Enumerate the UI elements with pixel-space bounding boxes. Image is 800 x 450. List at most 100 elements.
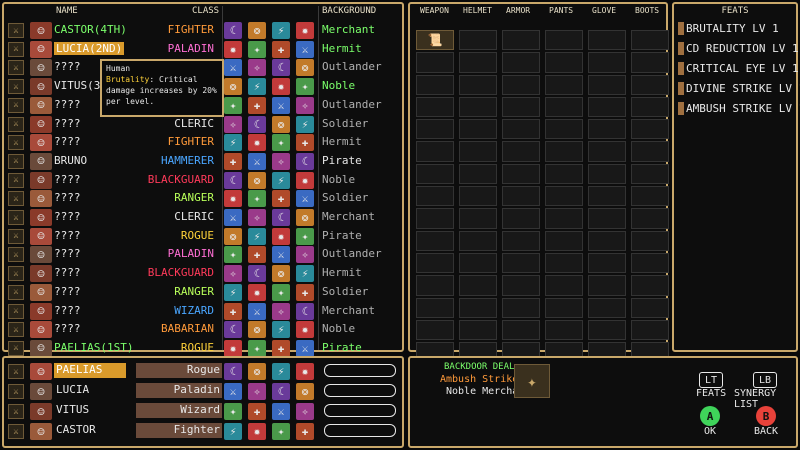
equipment-slot[interactable]	[588, 96, 626, 118]
equipment-slot[interactable]	[588, 208, 626, 229]
equipment-slot[interactable]	[588, 119, 626, 140]
equipment-slot[interactable]	[588, 230, 626, 251]
equipment-slot[interactable]	[545, 141, 583, 162]
equipment-slot[interactable]	[545, 230, 583, 251]
equipment-slot[interactable]	[459, 186, 497, 207]
equipment-slot[interactable]	[416, 96, 454, 118]
equipment-slot[interactable]	[631, 52, 669, 73]
equipment-slot[interactable]	[502, 96, 540, 118]
feat-item[interactable]: CRITICAL EYE LV 1	[678, 61, 799, 75]
roster-row[interactable]: ⚔ ☺???? ROGUE ❂ ⚡ ✹ ✦ Pirate	[4, 227, 402, 246]
equipment-slot[interactable]	[631, 208, 669, 229]
equipment-slot[interactable]	[416, 275, 454, 296]
roster-row[interactable]: ⚔ ☺???? CLERIC ✧ ☾ ❂ ⚡ Soldier	[4, 115, 402, 134]
equipment-slot[interactable]	[545, 297, 583, 318]
roster-row[interactable]: ⚔ ☺???? CLERIC ⚔ ✧ ☾ ❂ Merchant	[4, 208, 402, 227]
equipment-slot[interactable]	[502, 230, 540, 251]
equipment-slot[interactable]	[588, 74, 626, 95]
equipment-slot[interactable]	[588, 30, 626, 51]
equipment-slot[interactable]	[631, 252, 669, 274]
equipment-slot[interactable]	[588, 275, 626, 296]
equipment-slot[interactable]	[545, 252, 583, 274]
equipment-slot[interactable]	[459, 119, 497, 140]
roster-row[interactable]: ⚔ ☺ PAELIAS(1ST) ROGUE ✹ ✦ ✚ ⚔ Pirate	[4, 339, 402, 358]
party-member-row[interactable]: ⚔ ☺ LUCIA Paladin ⚔ ✧ ☾ ❂	[4, 382, 402, 400]
equipment-slot[interactable]	[588, 52, 626, 73]
equipment-slot[interactable]	[502, 252, 540, 274]
feat-item[interactable]: DIVINE STRIKE LV 1	[678, 81, 800, 95]
roster-row[interactable]: ⚔ ☺???? BLACKGUARD ☾ ❂ ⚡ ✹ Noble	[4, 171, 402, 190]
equipment-slot[interactable]	[459, 96, 497, 118]
equipment-slot[interactable]	[545, 30, 583, 51]
equipment-slot[interactable]	[416, 252, 454, 274]
equipped-weapon-slot[interactable]: 📜	[416, 30, 454, 51]
roster-row[interactable]: ⚔ ☺???? RANGER ⚡ ✹ ✦ ✚ Soldier	[4, 283, 402, 302]
equipment-slot[interactable]	[631, 275, 669, 296]
equipment-slot[interactable]	[416, 319, 454, 341]
equipment-slot[interactable]	[459, 275, 497, 296]
equipment-slot[interactable]	[416, 297, 454, 318]
roster-row[interactable]: ⚔ ☺???? BABARIAN ☾ ❂ ⚡ ✹ Noble	[4, 320, 402, 339]
equipment-slot[interactable]	[502, 297, 540, 318]
equipment-slot[interactable]	[502, 319, 540, 341]
equipment-slot[interactable]	[545, 208, 583, 229]
equipment-slot[interactable]	[502, 74, 540, 95]
feats-button[interactable]: LT FEATS	[696, 372, 726, 399]
equipment-slot[interactable]	[502, 163, 540, 185]
party-member-row[interactable]: ⚔ ☺ CASTOR Fighter ⚡ ✹ ✦ ✚	[4, 422, 402, 440]
equipment-slot[interactable]	[588, 141, 626, 162]
equipment-slot[interactable]	[631, 141, 669, 162]
equipment-slot[interactable]	[545, 52, 583, 73]
equipment-slot[interactable]	[502, 119, 540, 140]
equipment-slot[interactable]	[459, 252, 497, 274]
roster-row[interactable]: ⚔ ☺ LUCIA(2ND) PALADIN ✹ ✦ ✚ ⚔ Hermit	[4, 40, 402, 59]
synergy-list-button[interactable]: LB SYNERGY LIST	[734, 372, 796, 410]
feat-item[interactable]: CD REDUCTION LV 1	[678, 41, 799, 55]
equipment-slot[interactable]	[459, 297, 497, 318]
equipment-slot[interactable]	[459, 208, 497, 229]
roster-row[interactable]: ⚔ ☺ CASTOR(4TH) FIGHTER ☾ ❂ ⚡ ✹ Merchant	[4, 21, 402, 40]
equipment-slot[interactable]	[416, 208, 454, 229]
equipment-slot[interactable]	[502, 141, 540, 162]
equipment-slot[interactable]	[416, 74, 454, 95]
equipment-slot[interactable]	[631, 319, 669, 341]
equipment-slot[interactable]	[631, 119, 669, 140]
equipment-slot[interactable]	[545, 163, 583, 185]
roster-row[interactable]: ⚔ ☺???? WIZARD ✚ ⚔ ✧ ☾ Merchant	[4, 302, 402, 321]
roster-row[interactable]: ⚔ ☺???? PALADIN ✦ ✚ ⚔ ✧ Outlander	[4, 245, 402, 264]
roster-row[interactable]: ⚔ ☺???? FIGHTER ⚡ ✹ ✦ ✚ Hermit	[4, 133, 402, 152]
equipment-slot[interactable]	[459, 52, 497, 73]
equipment-slot[interactable]	[631, 30, 669, 51]
equipment-slot[interactable]	[416, 163, 454, 185]
equipment-slot[interactable]	[502, 275, 540, 296]
back-button[interactable]: B BACK	[754, 406, 778, 437]
equipment-slot[interactable]	[545, 275, 583, 296]
roster-row[interactable]: ⚔ ☺???? BLACKGUARD ✧ ☾ ❂ ⚡ Hermit	[4, 264, 402, 283]
equipment-slot[interactable]	[588, 319, 626, 341]
ok-button[interactable]: A OK	[700, 406, 720, 437]
equipment-slot[interactable]	[416, 186, 454, 207]
equipment-slot[interactable]	[631, 163, 669, 185]
equipment-slot[interactable]	[588, 297, 626, 318]
roster-row[interactable]: ⚔ ☺???? RANGER ✹ ✦ ✚ ⚔ Soldier	[4, 189, 402, 208]
equipment-slot[interactable]	[545, 74, 583, 95]
equipment-slot[interactable]	[588, 252, 626, 274]
equipment-slot[interactable]	[502, 186, 540, 207]
equipment-slot[interactable]	[416, 230, 454, 251]
equipment-slot[interactable]	[631, 74, 669, 95]
equipment-slot[interactable]	[459, 141, 497, 162]
equipment-slot[interactable]	[545, 119, 583, 140]
equipment-slot[interactable]	[416, 141, 454, 162]
equipment-slot[interactable]	[545, 96, 583, 118]
equipment-slot[interactable]	[502, 30, 540, 51]
equipment-slot[interactable]	[545, 319, 583, 341]
equipment-slot[interactable]	[502, 52, 540, 73]
equipment-slot[interactable]	[459, 163, 497, 185]
party-member-row[interactable]: ⚔ ☺ PAELIAS Rogue ☾ ❂ ⚡ ✹	[4, 362, 402, 380]
party-member-row[interactable]: ⚔ ☺ VITUS Wizard ✦ ✚ ⚔ ✧	[4, 402, 402, 420]
equipment-slot[interactable]	[631, 297, 669, 318]
equipment-slot[interactable]	[459, 74, 497, 95]
equipment-slot[interactable]	[631, 230, 669, 251]
equipment-slot[interactable]	[416, 119, 454, 140]
feat-item[interactable]: AMBUSH STRIKE LV 1	[678, 101, 800, 115]
